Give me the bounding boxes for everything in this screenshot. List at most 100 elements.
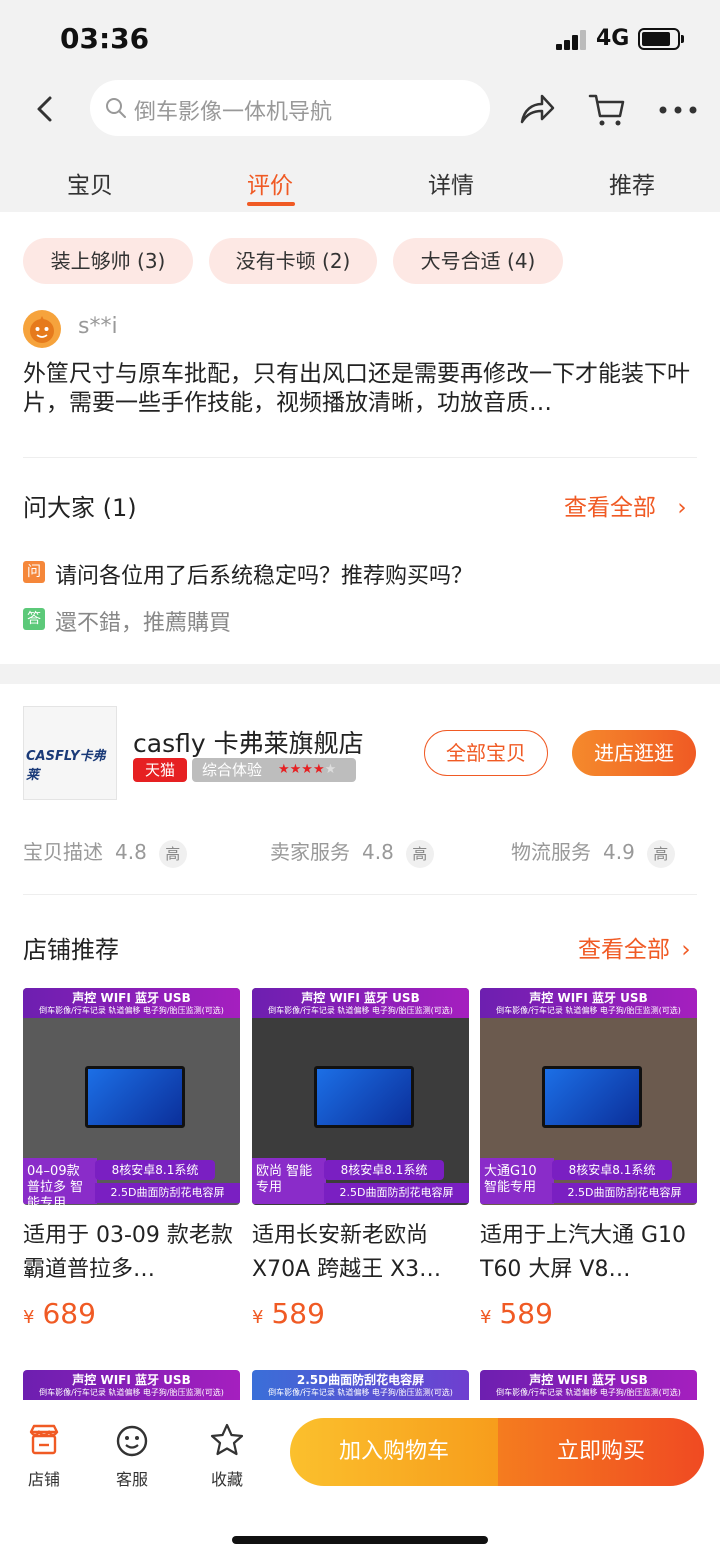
rec-see-all-link[interactable]: 查看全部 › [578, 930, 691, 964]
see-all-label: 查看全部 [564, 495, 656, 521]
product-image: 声控 WIFI 蓝牙 USB 倒车影像/行车记录 轨道偏移 电子狗/胎压监测(可选… [480, 988, 697, 1205]
buy-now-button[interactable]: 立即购买 [498, 1418, 704, 1486]
tab-reviews[interactable]: 评价 [247, 166, 293, 200]
divider [23, 457, 697, 458]
metric-level: 高 [158, 840, 187, 868]
product-tag: 2.5D曲面防刮花电容屏 [324, 1183, 469, 1203]
network-label: 4G [596, 26, 630, 51]
currency-symbol: ¥ [480, 1307, 492, 1328]
signal-icon [556, 30, 588, 50]
experience-label: 综合体验 [202, 761, 263, 779]
shop-label: 店铺 [27, 1470, 60, 1489]
service-button[interactable]: 客服 [102, 1422, 162, 1490]
metric-level: 高 [405, 840, 434, 868]
search-placeholder: 倒车影像一体机导航 [134, 100, 333, 125]
product-card[interactable]: 声控 WIFI 蓝牙 USB 倒车影像/行车记录 轨道偏移 电子狗/胎压监测(可选… [252, 988, 469, 1330]
store-logo[interactable]: CASFLY卡弗莱 [23, 706, 117, 800]
ask-title: 问大家 (1) [23, 494, 137, 522]
store-section: CASFLY卡弗莱 casfly 卡弗莱旗舰店 天猫 综合体验 ★★★★★ 全部… [0, 684, 720, 1400]
question-badge: 问 [23, 561, 45, 583]
price-value: 689 [42, 1297, 96, 1330]
product-card-partial[interactable]: 声控 WIFI 蓝牙 USB 倒车影像/行车记录 轨道偏移 电子狗/胎压监测(可… [23, 1370, 240, 1400]
shop-button[interactable]: 店铺 [14, 1422, 74, 1490]
head-unit-screen [542, 1066, 642, 1128]
answer-badge: 答 [23, 608, 45, 630]
product-tag: 8核安卓8.1系统 [552, 1160, 672, 1180]
product-banner-sub: 倒车影像/行车记录 轨道偏移 电子狗/胎压监测(可选) [39, 1006, 224, 1015]
product-banner-sub: 倒车影像/行车记录 轨道偏移 电子狗/胎压监测(可选) [268, 1006, 453, 1015]
question-text[interactable]: 请问各位用了后系统稳定吗？推荐购买吗？ [55, 558, 473, 590]
service-label: 客服 [115, 1470, 148, 1489]
currency-symbol: ¥ [23, 1307, 35, 1328]
store-metric: 宝贝描述 4.8 高 [23, 836, 187, 868]
review-section: 装上够帅 (3) 没有卡顿 (2) 大号合适 (4) s**i 外筐尺寸与原车批… [0, 212, 720, 664]
review-text[interactable]: 外筐尺寸与原车批配，只有出风口还是需要再修改一下才能装下叶片，需要一些手作技能，… [23, 360, 695, 418]
metric-value: 4.8 [115, 840, 147, 864]
product-banner-sub: 倒车影像/行车记录 轨道偏移 电子狗/胎压监测(可选) [496, 1388, 681, 1397]
chevron-right-icon: › [681, 937, 691, 963]
product-tag: 8核安卓8.1系统 [324, 1160, 444, 1180]
active-tab-indicator [247, 202, 295, 206]
store-logo-text: CASFLY卡弗莱 [26, 749, 106, 783]
status-time: 03:36 [60, 22, 150, 55]
product-banner-sub: 倒车影像/行车记录 轨道偏移 电子狗/胎压监测(可选) [496, 1006, 681, 1015]
tab-bar: 宝贝 评价 详情 推荐 [0, 150, 720, 212]
tab-item[interactable]: 宝贝 [67, 166, 113, 200]
product-banner: 声控 WIFI 蓝牙 USB [529, 1373, 648, 1387]
bottom-action-bar: 店铺 客服 收藏 加入购物车 立即购买 [0, 1400, 720, 1558]
store-recommend-title: 店铺推荐 [23, 936, 119, 964]
favorite-button[interactable]: 收藏 [197, 1422, 257, 1490]
product-card-partial[interactable]: 2.5D曲面防刮花电容屏 倒车影像/行车记录 轨道偏移 电子狗/胎压监测(可选) [252, 1370, 469, 1400]
answer-text: 還不錯，推薦購買 [55, 611, 232, 636]
product-title: 适用于 03-09 款老款霸道普拉多… [23, 1223, 233, 1282]
product-side-tag: 欧尚 智能专用 [252, 1158, 326, 1204]
product-image: 声控 WIFI 蓝牙 USB 倒车影像/行车记录 轨道偏移 电子狗/胎压监测(可选… [252, 988, 469, 1205]
product-card[interactable]: 声控 WIFI 蓝牙 USB 倒车影像/行车记录 轨道偏移 电子狗/胎压监测(可选… [480, 988, 697, 1330]
share-icon[interactable] [518, 92, 556, 126]
currency-symbol: ¥ [252, 1307, 264, 1328]
metric-value: 4.9 [603, 840, 635, 864]
product-side-tag: 04–09款 普拉多 智能专用 [23, 1158, 97, 1205]
search-bar[interactable]: 倒车影像一体机导航 [90, 80, 490, 136]
product-image: 声控 WIFI 蓝牙 USB 倒车影像/行车记录 轨道偏移 电子狗/胎压监测(可选… [23, 988, 240, 1205]
rating-stars-icon: ★★★★★ [278, 762, 337, 777]
product-price: ¥589 [252, 1297, 469, 1330]
product-price: ¥689 [23, 1297, 240, 1330]
review-tag[interactable]: 大号合适 (4) [393, 238, 563, 284]
ask-see-all-link[interactable]: 查看全部 › [564, 488, 687, 522]
product-banner: 2.5D曲面防刮花电容屏 [296, 1373, 425, 1387]
product-banner: 声控 WIFI 蓝牙 USB [72, 991, 191, 1005]
back-icon[interactable] [30, 94, 60, 124]
tab-details[interactable]: 详情 [428, 166, 474, 200]
head-unit-screen [314, 1066, 414, 1128]
more-icon[interactable] [658, 106, 698, 114]
review-tag[interactable]: 装上够帅 (3) [23, 238, 193, 284]
metric-label: 卖家服务 [270, 840, 350, 864]
product-card[interactable]: 声控 WIFI 蓝牙 USB 倒车影像/行车记录 轨道偏移 电子狗/胎压监测(可选… [23, 988, 240, 1330]
cart-icon[interactable] [588, 92, 626, 128]
product-tag: 2.5D曲面防刮花电容屏 [95, 1183, 240, 1203]
star-icon [210, 1423, 244, 1456]
product-banner: 声控 WIFI 蓝牙 USB [72, 1373, 191, 1387]
add-to-cart-button[interactable]: 加入购物车 [290, 1418, 498, 1486]
tab-recommend[interactable]: 推荐 [609, 166, 655, 200]
price-value: 589 [271, 1297, 325, 1330]
metric-label: 宝贝描述 [23, 840, 103, 864]
search-icon [106, 98, 126, 118]
enter-store-button[interactable]: 进店逛逛 [572, 730, 696, 776]
battery-icon [638, 28, 684, 50]
see-all-label: 查看全部 [578, 937, 670, 963]
product-tag: 2.5D曲面防刮花电容屏 [552, 1183, 697, 1203]
review-tag[interactable]: 没有卡顿 (2) [209, 238, 377, 284]
head-unit-screen [85, 1066, 185, 1128]
product-card-partial[interactable]: 声控 WIFI 蓝牙 USB 倒车影像/行车记录 轨道偏移 电子狗/胎压监测(可… [480, 1370, 697, 1400]
price-value: 589 [499, 1297, 553, 1330]
divider [23, 894, 697, 895]
all-items-button[interactable]: 全部宝贝 [424, 730, 548, 776]
customer-service-icon [116, 1425, 148, 1457]
top-nav: 倒车影像一体机导航 [0, 80, 720, 140]
favorite-label: 收藏 [210, 1470, 243, 1489]
shop-icon [29, 1424, 59, 1455]
status-bar: 03:36 4G [0, 0, 720, 80]
store-name[interactable]: casfly 卡弗莱旗舰店 [133, 724, 364, 760]
